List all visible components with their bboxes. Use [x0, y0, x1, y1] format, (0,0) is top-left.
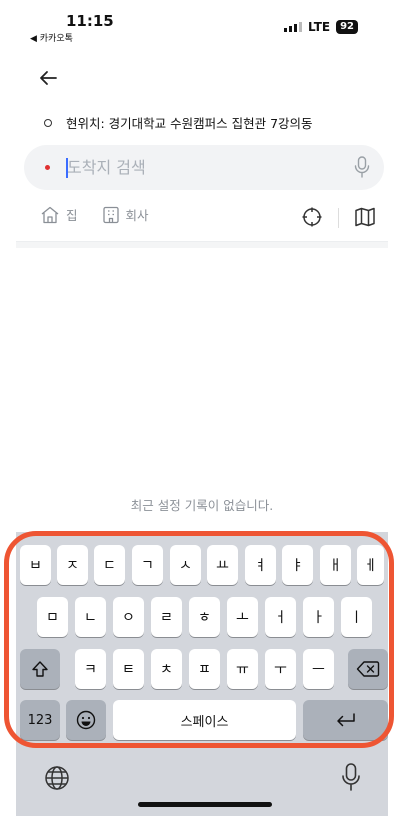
signal-icon: [284, 22, 303, 32]
company-shortcut-label: 회사: [125, 208, 149, 223]
key[interactable]: ㄴ: [75, 597, 106, 637]
home-shortcut-button[interactable]: 집: [40, 205, 78, 224]
globe-icon[interactable]: [44, 765, 70, 791]
quick-destinations: 집 회사: [40, 205, 149, 224]
key[interactable]: ㅠ: [227, 649, 258, 689]
key[interactable]: ㅛ: [207, 545, 238, 585]
text-caret: [66, 158, 68, 178]
voice-search-mic-icon[interactable]: [354, 156, 370, 178]
origin-dot-icon: [44, 118, 52, 127]
key[interactable]: ㅌ: [113, 649, 144, 689]
numbers-key[interactable]: 123: [20, 700, 60, 740]
key[interactable]: ㅇ: [113, 597, 144, 637]
key[interactable]: ㅏ: [303, 597, 334, 637]
key[interactable]: ㄱ: [132, 545, 163, 585]
key[interactable]: ㅎ: [189, 597, 220, 637]
company-shortcut-button[interactable]: 회사: [102, 205, 149, 224]
emoji-icon: [76, 710, 96, 730]
backspace-icon: [356, 661, 380, 677]
section-divider: [16, 241, 388, 248]
current-location-row[interactable]: 현위치: 경기대학교 수원캠퍼스 집현관 7강의동: [44, 113, 313, 132]
key[interactable]: ㅔ: [357, 545, 384, 585]
network-label: LTE: [308, 20, 331, 34]
crosshair-icon[interactable]: [301, 206, 323, 228]
key[interactable]: ㅈ: [57, 545, 88, 585]
status-time: 11:15: [66, 12, 114, 30]
key[interactable]: ㄹ: [151, 597, 182, 637]
destination-dot-icon: [45, 165, 50, 170]
shift-key[interactable]: [20, 649, 60, 689]
key[interactable]: ㅣ: [341, 597, 372, 637]
building-icon: [102, 206, 119, 223]
dictation-mic-icon[interactable]: [341, 763, 361, 791]
back-to-app-link[interactable]: ◀ 카카오톡: [30, 31, 73, 44]
key[interactable]: ㅊ: [151, 649, 182, 689]
current-location-text: 현위치: 경기대학교 수원캠퍼스 집현관 7강의동: [66, 116, 313, 131]
key[interactable]: ㅅ: [170, 545, 201, 585]
emoji-key[interactable]: [66, 700, 106, 740]
toolbar-divider: [338, 208, 339, 228]
key[interactable]: ㅍ: [189, 649, 220, 689]
home-indicator: [138, 802, 272, 807]
key[interactable]: ㅂ: [20, 545, 51, 585]
map-icon[interactable]: [354, 206, 376, 228]
return-key[interactable]: [303, 700, 388, 740]
key[interactable]: ㄷ: [94, 545, 125, 585]
return-icon: [336, 713, 355, 727]
key[interactable]: ㅐ: [320, 545, 351, 585]
key[interactable]: ㅑ: [282, 545, 313, 585]
key[interactable]: ㅡ: [303, 649, 334, 689]
space-key[interactable]: 스페이스: [113, 700, 296, 740]
key[interactable]: ㅕ: [245, 545, 276, 585]
key[interactable]: ㅓ: [265, 597, 296, 637]
key[interactable]: ㅜ: [265, 649, 296, 689]
key[interactable]: ㅁ: [37, 597, 68, 637]
destination-search-input[interactable]: [65, 157, 339, 178]
empty-history-message: 최근 설정 기록이 없습니다.: [130, 498, 274, 513]
home-icon: [41, 206, 59, 223]
shift-icon: [32, 661, 48, 677]
backspace-key[interactable]: [348, 649, 388, 689]
status-indicators: LTE 92: [284, 20, 358, 34]
back-arrow-icon[interactable]: [36, 66, 60, 90]
key[interactable]: ㅋ: [75, 649, 106, 689]
key[interactable]: ㅗ: [227, 597, 258, 637]
home-shortcut-label: 집: [66, 208, 78, 223]
battery-icon: 92: [336, 20, 358, 34]
destination-search-box[interactable]: [24, 145, 384, 190]
